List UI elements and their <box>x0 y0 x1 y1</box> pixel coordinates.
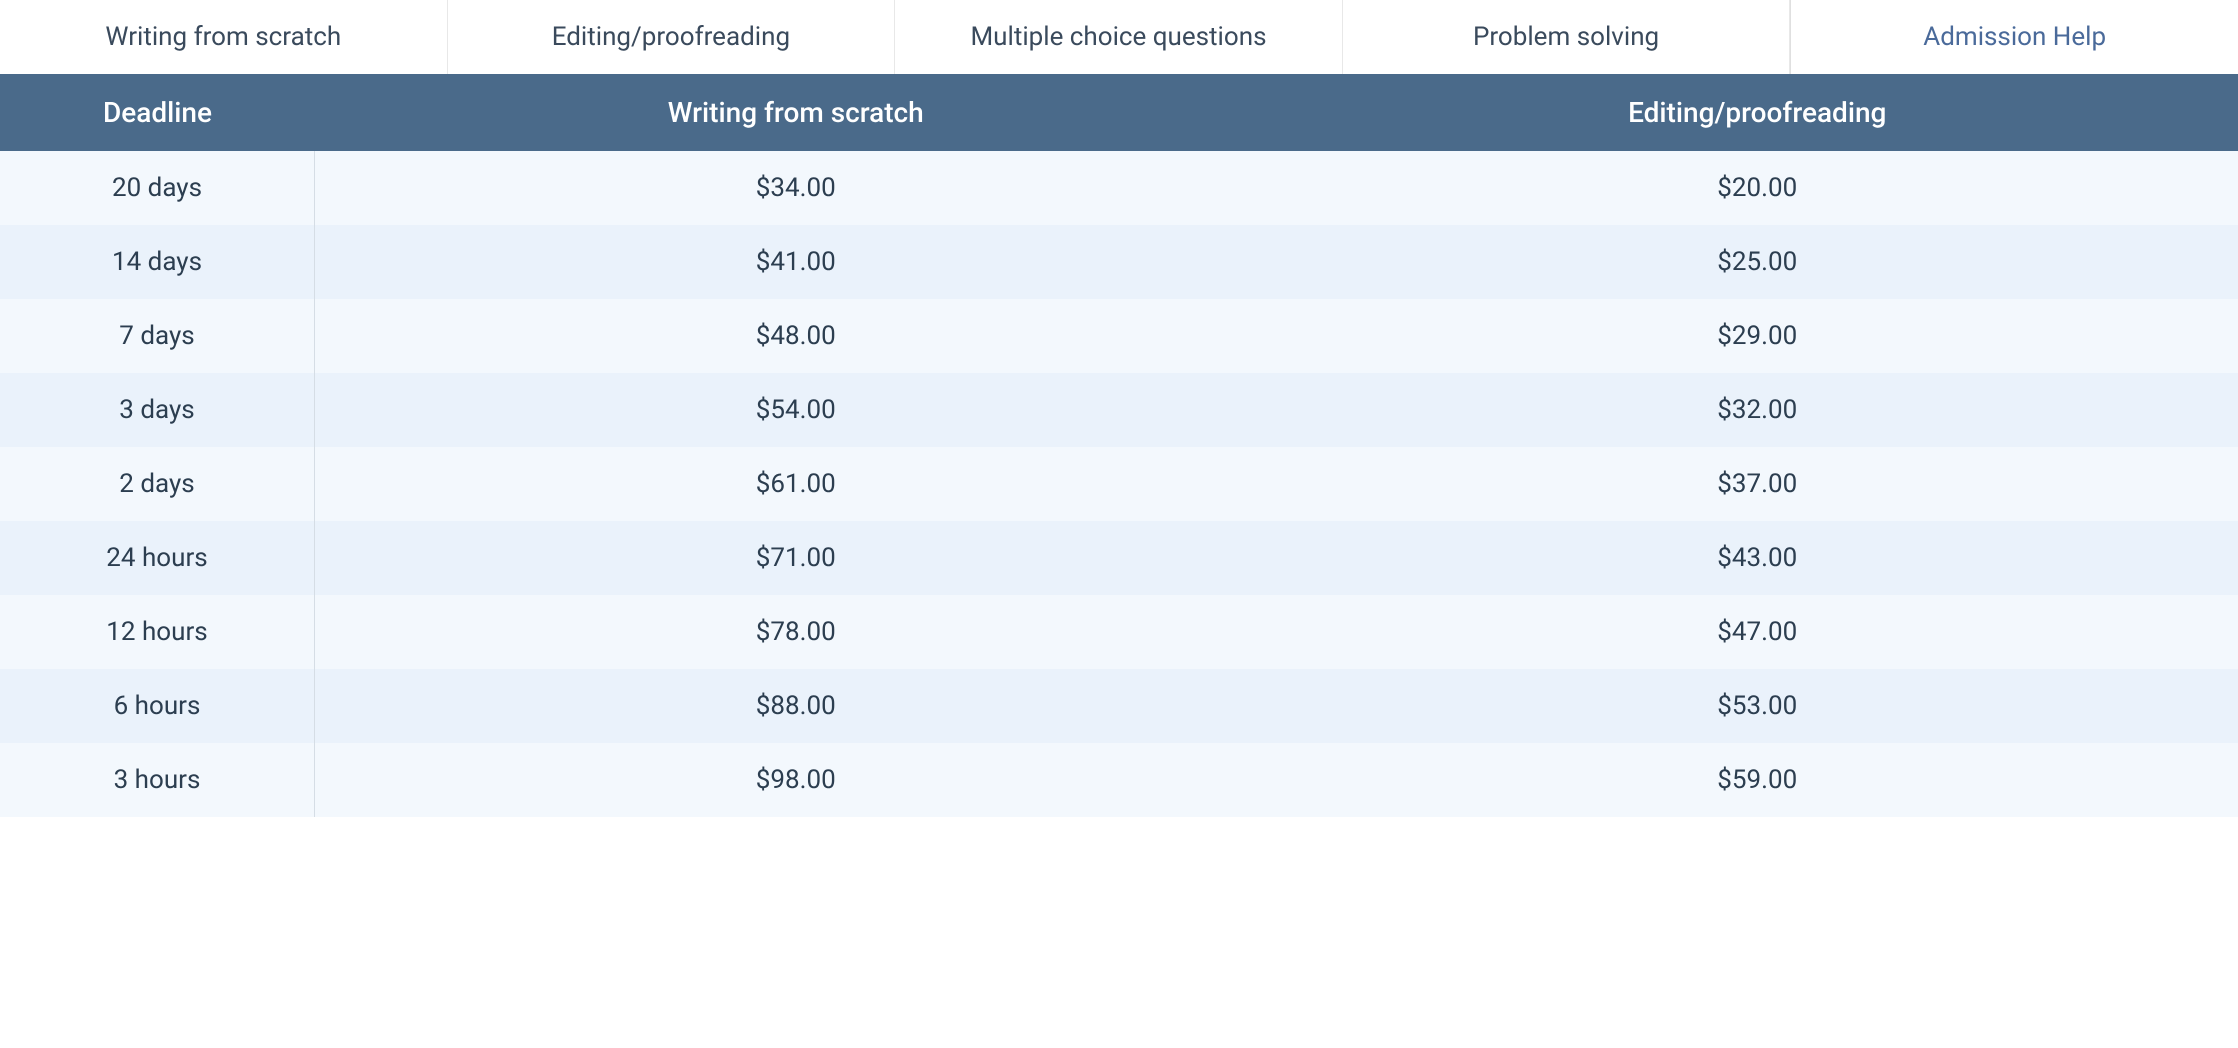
table-row: 2 days$61.00$37.00 <box>0 447 2238 521</box>
cell-editing: $59.00 <box>1277 743 2238 817</box>
cell-writing: $48.00 <box>315 299 1277 373</box>
tab-writing-from-scratch[interactable]: Writing from scratch <box>0 0 448 74</box>
cell-writing: $61.00 <box>315 447 1277 521</box>
table-row: 14 days$41.00$25.00 <box>0 225 2238 299</box>
cell-deadline: 6 hours <box>0 669 315 743</box>
cell-editing: $37.00 <box>1277 447 2238 521</box>
cell-writing: $78.00 <box>315 595 1277 669</box>
tab-admission-help[interactable]: Admission Help <box>1790 0 2238 74</box>
cell-deadline: 7 days <box>0 299 315 373</box>
tab-problem-solving[interactable]: Problem solving <box>1343 0 1791 74</box>
table-row: 6 hours$88.00$53.00 <box>0 669 2238 743</box>
cell-deadline: 14 days <box>0 225 315 299</box>
cell-editing: $25.00 <box>1277 225 2238 299</box>
cell-editing: $47.00 <box>1277 595 2238 669</box>
tab-editing-proofreading[interactable]: Editing/proofreading <box>448 0 896 74</box>
cell-editing: $20.00 <box>1277 151 2238 225</box>
cell-writing: $41.00 <box>315 225 1277 299</box>
pricing-table: Deadline Writing from scratch Editing/pr… <box>0 74 2238 817</box>
cell-editing: $43.00 <box>1277 521 2238 595</box>
table-body: 20 days$34.00$20.0014 days$41.00$25.007 … <box>0 151 2238 817</box>
cell-editing: $29.00 <box>1277 299 2238 373</box>
header-deadline: Deadline <box>0 74 315 151</box>
table-row: 24 hours$71.00$43.00 <box>0 521 2238 595</box>
table-row: 3 days$54.00$32.00 <box>0 373 2238 447</box>
cell-deadline: 20 days <box>0 151 315 225</box>
cell-writing: $54.00 <box>315 373 1277 447</box>
cell-editing: $53.00 <box>1277 669 2238 743</box>
service-tabs: Writing from scratch Editing/proofreadin… <box>0 0 2238 74</box>
cell-deadline: 12 hours <box>0 595 315 669</box>
table-header-row: Deadline Writing from scratch Editing/pr… <box>0 74 2238 151</box>
table-row: 7 days$48.00$29.00 <box>0 299 2238 373</box>
cell-writing: $71.00 <box>315 521 1277 595</box>
tab-multiple-choice[interactable]: Multiple choice questions <box>895 0 1343 74</box>
cell-writing: $88.00 <box>315 669 1277 743</box>
cell-deadline: 3 hours <box>0 743 315 817</box>
cell-deadline: 2 days <box>0 447 315 521</box>
cell-deadline: 3 days <box>0 373 315 447</box>
header-writing: Writing from scratch <box>315 74 1277 151</box>
cell-editing: $32.00 <box>1277 373 2238 447</box>
cell-deadline: 24 hours <box>0 521 315 595</box>
table-row: 3 hours$98.00$59.00 <box>0 743 2238 817</box>
header-editing: Editing/proofreading <box>1277 74 2238 151</box>
table-row: 20 days$34.00$20.00 <box>0 151 2238 225</box>
table-row: 12 hours$78.00$47.00 <box>0 595 2238 669</box>
cell-writing: $98.00 <box>315 743 1277 817</box>
cell-writing: $34.00 <box>315 151 1277 225</box>
